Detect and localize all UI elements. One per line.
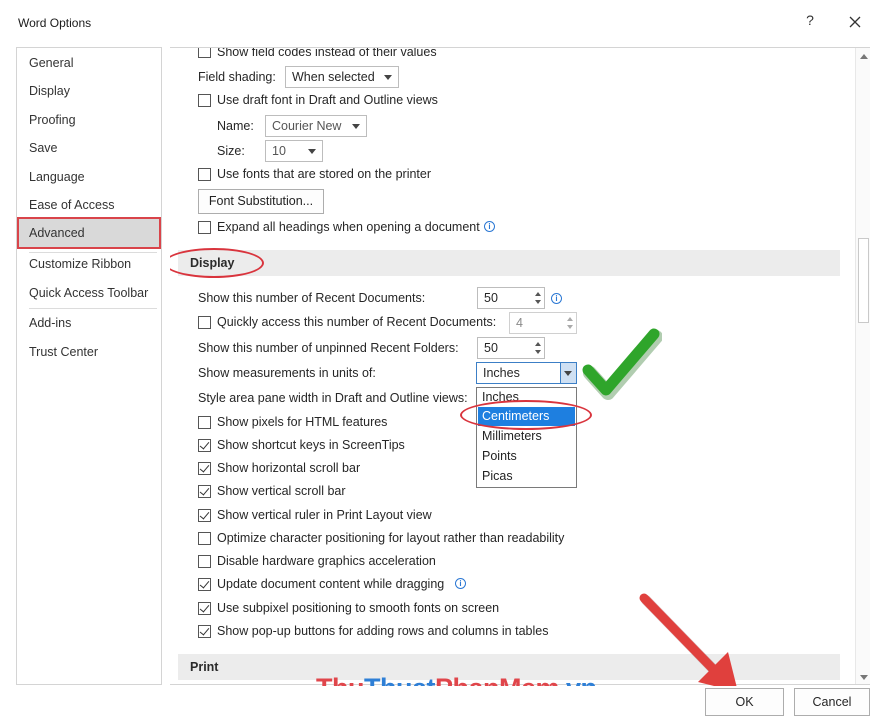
vertical-ruler-checkbox[interactable] bbox=[198, 509, 211, 522]
close-button[interactable] bbox=[843, 10, 867, 34]
optimize-positioning-label: Optimize character positioning for layou… bbox=[217, 531, 565, 545]
draft-font-size-value: 10 bbox=[272, 144, 286, 158]
subpixel-positioning-checkbox[interactable] bbox=[198, 602, 211, 615]
vertical-scrollbar-label: Show vertical scroll bar bbox=[217, 484, 346, 498]
spin-down-icon[interactable] bbox=[535, 300, 541, 304]
window-title: Word Options bbox=[18, 16, 92, 30]
shortcut-keys-checkbox[interactable] bbox=[198, 439, 211, 452]
checkmark-icon bbox=[582, 328, 662, 400]
ok-button[interactable]: OK bbox=[705, 688, 784, 716]
quick-access-value: 4 bbox=[516, 316, 523, 330]
scroll-down-icon[interactable] bbox=[860, 675, 868, 680]
expand-headings-checkbox[interactable] bbox=[198, 221, 211, 234]
dialog-footer: OK Cancel bbox=[0, 686, 870, 717]
scroll-thumb[interactable] bbox=[858, 238, 869, 323]
dropdown-option-picas[interactable]: Picas bbox=[478, 467, 575, 486]
measurement-units-value: Inches bbox=[483, 366, 520, 380]
field-codes-checkbox[interactable] bbox=[198, 48, 211, 58]
expand-headings-label: Expand all headings when opening a docum… bbox=[217, 220, 480, 234]
sidebar-item-add-ins[interactable]: Add-ins bbox=[17, 309, 161, 337]
horizontal-scrollbar-checkbox[interactable] bbox=[198, 462, 211, 475]
cancel-button[interactable]: Cancel bbox=[794, 688, 870, 716]
font-name-label: Name: bbox=[217, 119, 254, 133]
unpinned-folders-label: Show this number of unpinned Recent Fold… bbox=[198, 341, 459, 355]
disable-hw-acceleration-checkbox[interactable] bbox=[198, 555, 211, 568]
sidebar-item-trust-center[interactable]: Trust Center bbox=[17, 338, 161, 366]
shortcut-keys-label: Show shortcut keys in ScreenTips bbox=[217, 438, 405, 452]
field-shading-label: Field shading: bbox=[198, 70, 276, 84]
show-pixels-checkbox[interactable] bbox=[198, 416, 211, 429]
close-icon bbox=[849, 16, 861, 28]
subpixel-positioning-label: Use subpixel positioning to smooth fonts… bbox=[217, 601, 500, 615]
quick-access-label: Quickly access this number of Recent Doc… bbox=[217, 315, 497, 329]
unpinned-folders-value: 50 bbox=[484, 341, 498, 355]
draft-font-label: Use draft font in Draft and Outline view… bbox=[217, 93, 438, 107]
chevron-down-icon bbox=[352, 124, 360, 129]
title-bar: Word Options ? bbox=[0, 0, 870, 44]
vertical-scrollbar[interactable] bbox=[855, 48, 870, 684]
spin-down-icon[interactable] bbox=[535, 350, 541, 354]
scroll-up-icon[interactable] bbox=[860, 54, 868, 59]
draft-font-checkbox[interactable] bbox=[198, 94, 211, 107]
popup-buttons-label: Show pop-up buttons for adding rows and … bbox=[217, 624, 549, 638]
update-while-dragging-checkbox[interactable] bbox=[198, 578, 211, 591]
options-sidebar: General Display Proofing Save Language E… bbox=[16, 47, 162, 685]
help-button[interactable]: ? bbox=[800, 12, 820, 32]
chevron-down-icon bbox=[384, 75, 392, 80]
horizontal-scrollbar-label: Show horizontal scroll bar bbox=[217, 461, 361, 475]
recent-documents-spinner[interactable]: 50 bbox=[477, 287, 545, 309]
draft-font-name-value: Courier New bbox=[272, 119, 342, 133]
advanced-options-panel: Show field codes instead of their values… bbox=[170, 47, 870, 685]
popup-buttons-checkbox[interactable] bbox=[198, 625, 211, 638]
sidebar-item-quick-access-toolbar[interactable]: Quick Access Toolbar bbox=[17, 279, 161, 307]
sidebar-item-general[interactable]: General bbox=[17, 49, 161, 77]
recent-documents-value: 50 bbox=[484, 291, 498, 305]
draft-font-size-select[interactable]: 10 bbox=[265, 140, 323, 162]
show-pixels-label: Show pixels for HTML features bbox=[217, 415, 388, 429]
measurement-units-label: Show measurements in units of: bbox=[198, 366, 376, 380]
sidebar-item-advanced[interactable]: Advanced bbox=[17, 217, 161, 249]
arrow-icon bbox=[639, 593, 738, 692]
chevron-down-icon bbox=[564, 371, 572, 376]
spin-down-icon bbox=[567, 325, 573, 329]
style-area-label: Style area pane width in Draft and Outli… bbox=[198, 391, 468, 405]
sidebar-item-customize-ribbon[interactable]: Customize Ribbon bbox=[17, 250, 161, 278]
info-icon[interactable]: i bbox=[551, 293, 562, 304]
measurement-units-select[interactable]: Inches bbox=[476, 362, 577, 384]
chevron-down-icon bbox=[308, 149, 316, 154]
field-codes-label: Show field codes instead of their values bbox=[217, 47, 437, 59]
optimize-positioning-checkbox[interactable] bbox=[198, 532, 211, 545]
sidebar-item-language[interactable]: Language bbox=[17, 163, 161, 191]
quick-access-checkbox[interactable] bbox=[198, 316, 211, 329]
update-while-dragging-label: Update document content while dragging bbox=[217, 577, 445, 591]
printer-fonts-checkbox[interactable] bbox=[198, 168, 211, 181]
spin-up-icon[interactable] bbox=[535, 292, 541, 296]
field-shading-value: When selected bbox=[292, 70, 375, 84]
unpinned-folders-spinner[interactable]: 50 bbox=[477, 337, 545, 359]
info-icon[interactable]: i bbox=[455, 578, 466, 589]
vertical-scrollbar-checkbox[interactable] bbox=[198, 485, 211, 498]
info-icon[interactable]: i bbox=[484, 221, 495, 232]
recent-documents-label: Show this number of Recent Documents: bbox=[198, 291, 426, 305]
display-section-header: Display bbox=[178, 250, 840, 276]
font-size-label: Size: bbox=[217, 144, 245, 158]
sidebar-item-save[interactable]: Save bbox=[17, 134, 161, 162]
printer-fonts-label: Use fonts that are stored on the printer bbox=[217, 167, 432, 181]
sidebar-item-display[interactable]: Display bbox=[17, 77, 161, 105]
font-substitution-button[interactable]: Font Substitution... bbox=[198, 189, 324, 214]
draft-font-name-select[interactable]: Courier New bbox=[265, 115, 367, 137]
vertical-ruler-label: Show vertical ruler in Print Layout view bbox=[217, 508, 432, 522]
sidebar-item-ease-of-access[interactable]: Ease of Access bbox=[17, 191, 161, 219]
spin-up-icon bbox=[567, 317, 573, 321]
field-shading-select[interactable]: When selected bbox=[285, 66, 399, 88]
quick-access-spinner: 4 bbox=[509, 312, 577, 334]
dropdown-option-points[interactable]: Points bbox=[478, 447, 575, 466]
centimeters-highlight-circle bbox=[460, 400, 592, 430]
spin-up-icon[interactable] bbox=[535, 342, 541, 346]
sidebar-item-proofing[interactable]: Proofing bbox=[17, 106, 161, 134]
disable-hw-acceleration-label: Disable hardware graphics acceleration bbox=[217, 554, 436, 568]
